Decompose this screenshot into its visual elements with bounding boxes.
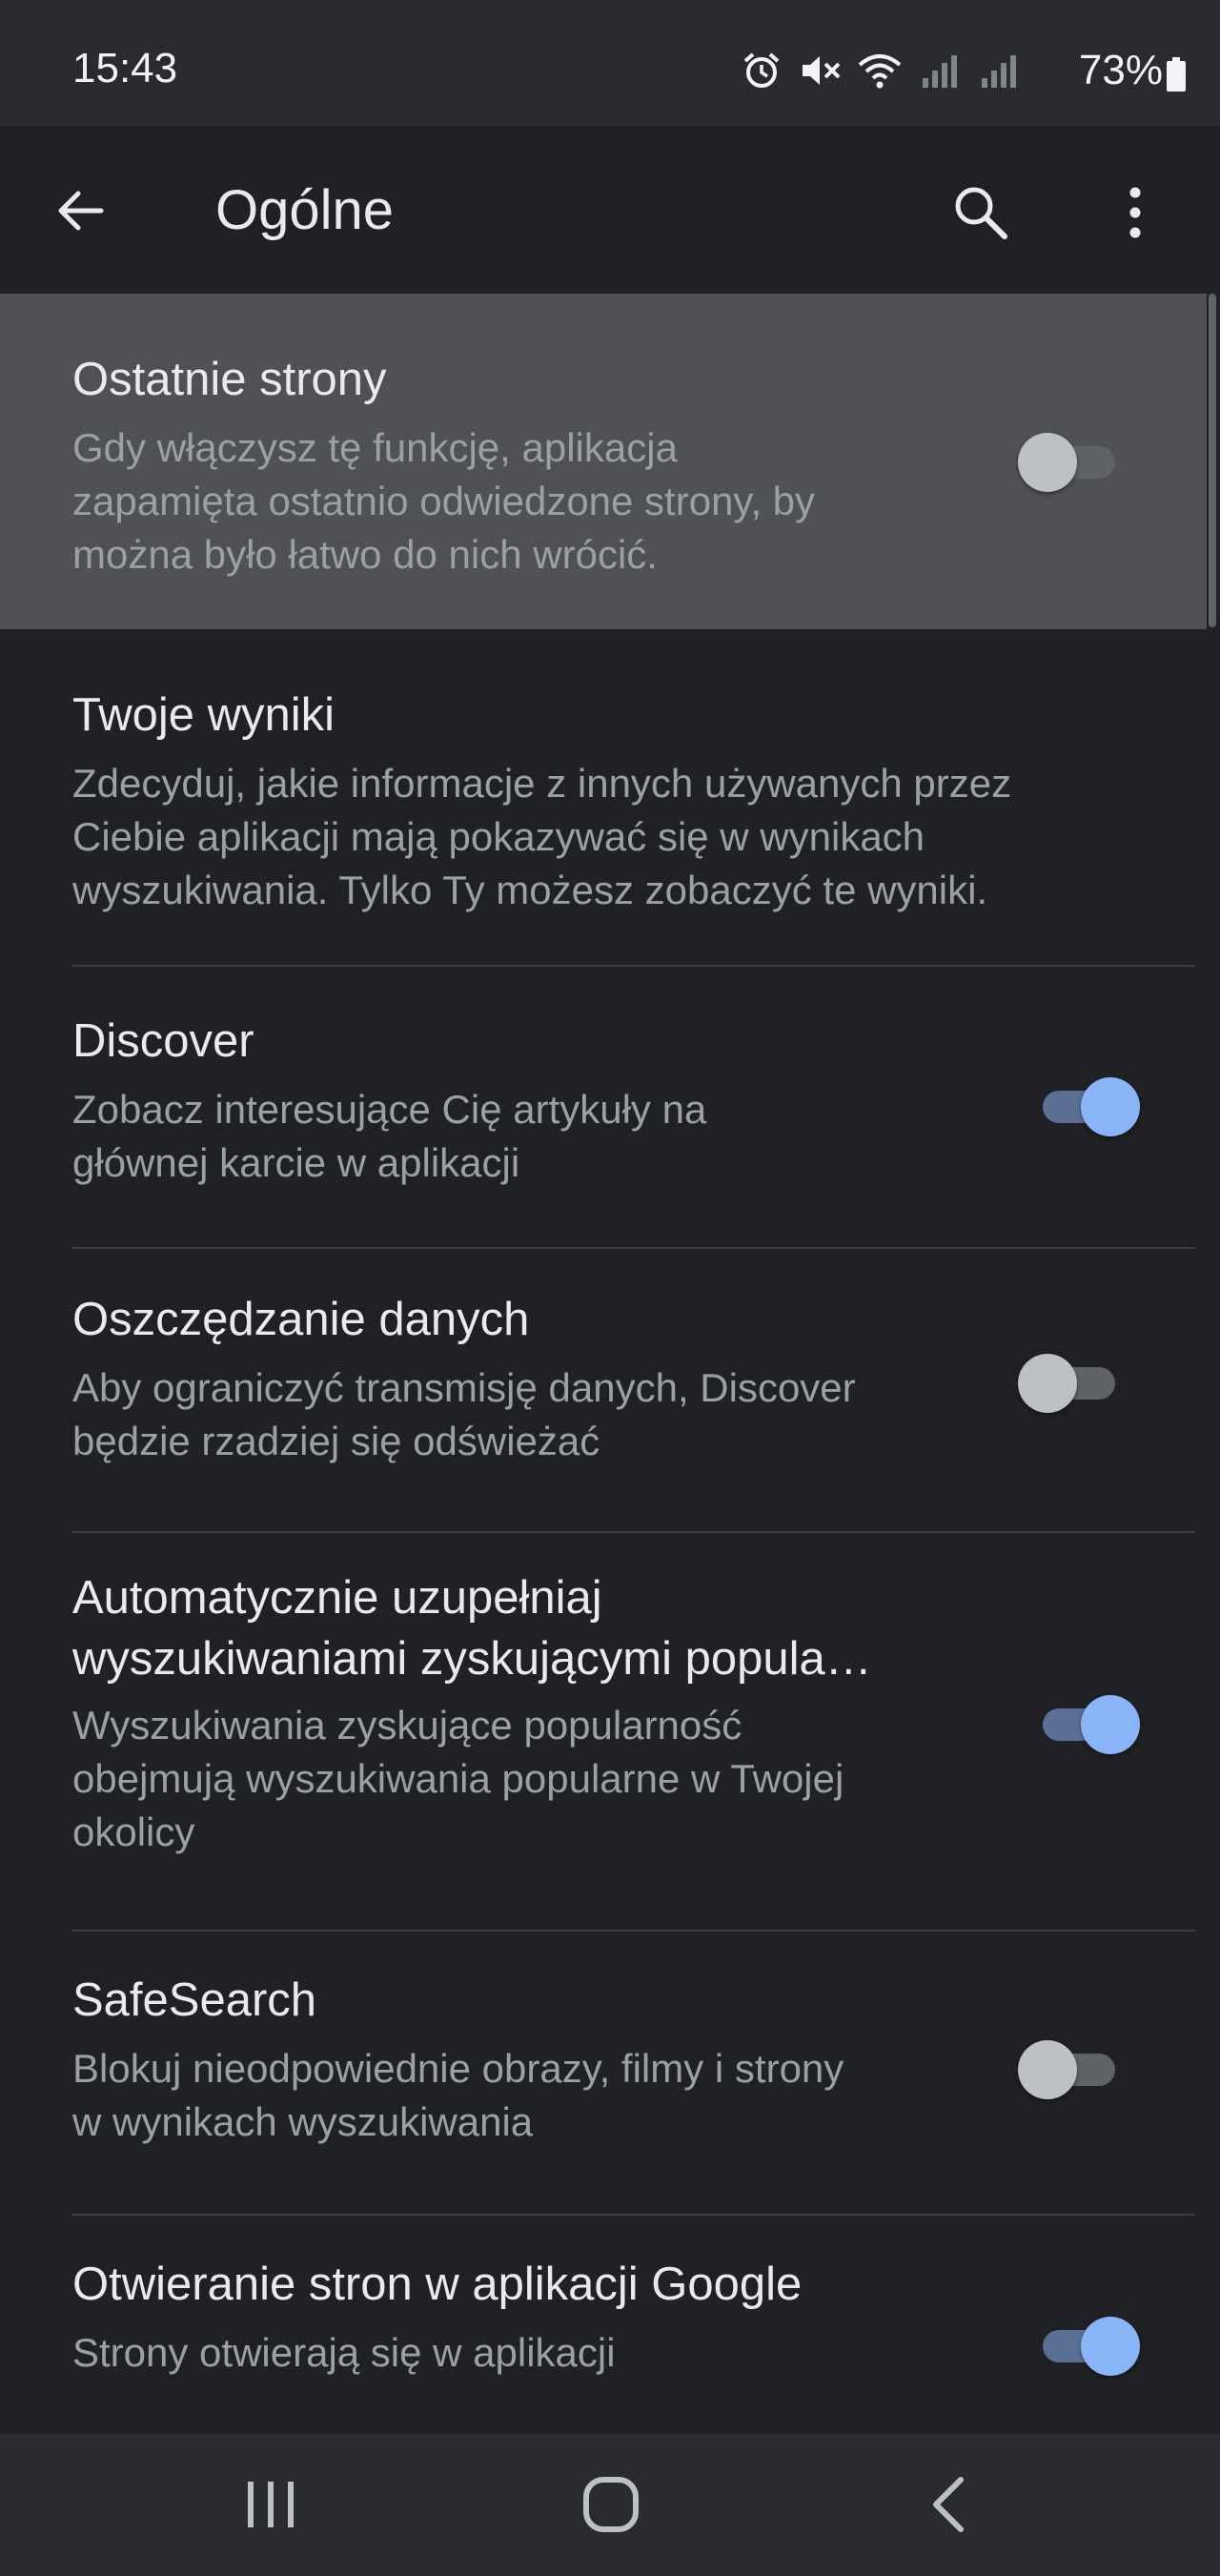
setting-title: SafeSearch	[72, 1974, 317, 2026]
setting-title: Automatycznie uzupełniaj wyszukiwaniami …	[72, 1572, 872, 1685]
setting-title: Discover	[72, 1015, 254, 1067]
setting-description: Strony otwierają się w aplikacji	[72, 2330, 616, 2375]
status-time: 15:43	[72, 45, 178, 92]
setting-description: Zdecyduj, jakie informacje z innych używ…	[72, 761, 1012, 912]
battery-icon	[1167, 57, 1186, 92]
setting-description: Zobacz interesujące Cię artykuły na głów…	[72, 1087, 707, 1185]
toggle-thumb	[1081, 1695, 1140, 1754]
safesearch-toggle[interactable]	[1018, 2040, 1119, 2099]
discover-toggle[interactable]	[1039, 1077, 1140, 1136]
app-bar: Ogólne	[0, 126, 1220, 294]
setting-title: Oszczędzanie danych	[72, 1294, 530, 1345]
data-saver-toggle[interactable]	[1018, 1354, 1119, 1413]
setting-description: Gdy włączysz tę funkcję, aplikacja zapam…	[72, 425, 816, 577]
settings-list: Ostatnie strony Gdy włączysz tę funkcję,…	[0, 294, 1220, 2434]
status-icons	[740, 51, 1020, 90]
more-vert-icon[interactable]	[1106, 179, 1165, 246]
setting-description: Wyszukiwania zyskujące popularność obejm…	[72, 1703, 844, 1854]
setting-trending-searches[interactable]: Automatycznie uzupełniaj wyszukiwaniami …	[0, 1533, 1207, 1932]
toggle-thumb	[1081, 1077, 1140, 1136]
setting-data-saver[interactable]: Oszczędzanie danych Aby ograniczyć trans…	[0, 1249, 1207, 1533]
recent-apps-icon[interactable]	[233, 2466, 309, 2543]
setting-your-results[interactable]: Twoje wyniki Zdecyduj, jakie informacje …	[0, 629, 1207, 967]
trending-searches-toggle[interactable]	[1039, 1695, 1140, 1754]
battery-percent: 73%	[1078, 47, 1163, 93]
setting-recent-pages[interactable]: Ostatnie strony Gdy włączysz tę funkcję,…	[0, 294, 1207, 629]
recent-pages-toggle[interactable]	[1018, 433, 1119, 492]
home-icon[interactable]	[573, 2466, 649, 2543]
toggle-thumb	[1018, 2040, 1077, 2099]
open-in-app-toggle[interactable]	[1039, 2317, 1140, 2376]
signal-icon	[982, 55, 1016, 88]
setting-title: Otwieranie stron w aplikacji Google	[72, 2259, 803, 2310]
setting-open-in-app[interactable]: Otwieranie stron w aplikacji Google Stro…	[0, 2216, 1207, 2434]
search-icon[interactable]	[947, 179, 1014, 246]
signal-icon	[923, 55, 957, 88]
page-title: Ogólne	[215, 179, 395, 241]
setting-title: Twoje wyniki	[72, 689, 336, 741]
toggle-thumb	[1018, 1354, 1077, 1413]
toggle-thumb	[1081, 2317, 1140, 2376]
toggle-thumb	[1018, 433, 1077, 492]
wifi-icon	[858, 54, 902, 89]
alarm-icon	[743, 52, 780, 88]
back-icon[interactable]	[913, 2466, 989, 2543]
navigation-bar	[0, 2434, 1220, 2576]
setting-title: Ostatnie strony	[72, 354, 387, 405]
mute-icon	[803, 56, 841, 85]
setting-discover[interactable]: Discover Zobacz interesujące Cię artykuł…	[0, 967, 1207, 1249]
scrollbar[interactable]	[1209, 294, 1216, 627]
status-bar: 15:43 73%	[0, 0, 1220, 126]
arrow-back-icon[interactable]	[48, 177, 114, 244]
setting-safesearch[interactable]: SafeSearch Blokuj nieodpowiednie obrazy,…	[0, 1932, 1207, 2216]
setting-description: Blokuj nieodpowiednie obrazy, filmy i st…	[72, 2046, 844, 2144]
setting-description: Aby ograniczyć transmisję danych, Discov…	[72, 1365, 856, 1463]
